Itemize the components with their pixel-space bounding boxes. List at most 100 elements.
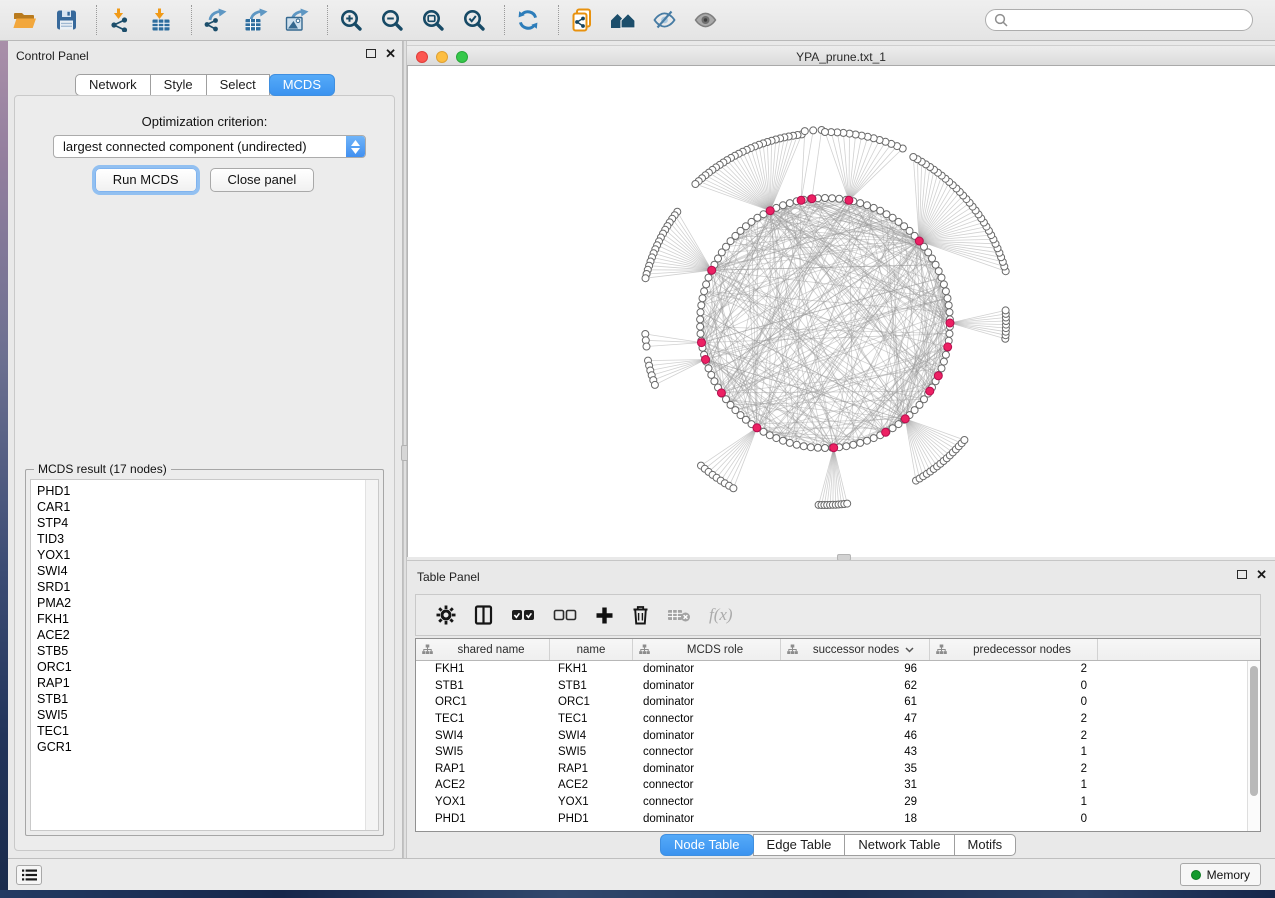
float-panel-icon[interactable] — [366, 49, 376, 58]
cell-mcds_role: connector — [633, 713, 781, 725]
zoom-out-icon[interactable] — [379, 7, 405, 33]
column-header-successor-nodes[interactable]: successor nodes — [781, 639, 930, 660]
toolbar-separator — [191, 5, 192, 35]
column-header-shared-name[interactable]: shared name — [416, 639, 550, 660]
mcds-result-item[interactable]: SWI5 — [37, 707, 365, 723]
run-mcds-button[interactable]: Run MCDS — [95, 168, 197, 192]
fit-content-icon[interactable] — [420, 7, 446, 33]
mcds-result-item[interactable]: STB5 — [37, 643, 365, 659]
table-toolbar: f(x) — [415, 594, 1261, 636]
mcds-list-scrollbar[interactable] — [365, 480, 378, 830]
cell-name: YOX1 — [550, 796, 633, 808]
mcds-result-item[interactable]: RAP1 — [37, 675, 365, 691]
tab-motifs[interactable]: Motifs — [954, 834, 1017, 856]
hide-selected-icon[interactable] — [651, 7, 677, 33]
mcds-result-item[interactable]: PHD1 — [37, 483, 365, 499]
cell-mcds_role: dominator — [633, 680, 781, 692]
tab-network[interactable]: Network — [75, 74, 151, 96]
mcds-result-item[interactable]: SRD1 — [37, 579, 365, 595]
network-window-titlebar[interactable]: YPA_prune.txt_1 — [407, 45, 1275, 66]
cell-mcds_role: dominator — [633, 663, 781, 675]
delete-columns-icon[interactable] — [632, 605, 649, 625]
tab-select[interactable]: Select — [206, 74, 270, 96]
cell-successor_nodes: 18 — [781, 813, 930, 825]
zoom-selected-icon[interactable] — [461, 7, 487, 33]
table-row[interactable]: STB1STB1dominator620 — [416, 678, 1247, 695]
delete-table-icon[interactable] — [667, 607, 691, 623]
task-history-button[interactable] — [16, 865, 42, 885]
table-options-icon[interactable] — [436, 605, 456, 625]
table-tabs: Node TableEdge TableNetwork TableMotifs — [660, 834, 1016, 856]
table-row[interactable]: FKH1FKH1dominator962 — [416, 661, 1247, 678]
column-header-MCDS-role[interactable]: MCDS role — [633, 639, 781, 660]
mcds-result-item[interactable]: FKH1 — [37, 611, 365, 627]
scrollbar-thumb[interactable] — [1250, 666, 1258, 796]
memory-button[interactable]: Memory — [1180, 863, 1261, 886]
zoom-in-icon[interactable] — [338, 7, 364, 33]
mcds-result-item[interactable]: TEC1 — [37, 723, 365, 739]
network-graph[interactable] — [408, 66, 1275, 557]
network-view-canvas[interactable] — [407, 66, 1275, 557]
new-annotation-icon[interactable] — [569, 7, 595, 33]
node-table: shared namenameMCDS rolesuccessor nodesp… — [415, 638, 1261, 832]
float-panel-icon[interactable] — [1237, 570, 1247, 579]
tab-edge-table[interactable]: Edge Table — [753, 834, 846, 856]
mcds-result-item[interactable]: STB1 — [37, 691, 365, 707]
export-image-icon[interactable] — [284, 7, 310, 33]
open-file-icon[interactable] — [12, 7, 38, 33]
show-columns-icon[interactable] — [474, 605, 493, 625]
mcds-result-item[interactable]: STP4 — [37, 515, 365, 531]
optimization-criterion-select[interactable]: largest connected component (undirected) — [53, 135, 366, 158]
column-header-name[interactable]: name — [550, 639, 633, 660]
export-network-icon[interactable] — [202, 7, 228, 33]
mcds-result-item[interactable]: GCR1 — [37, 739, 365, 755]
export-table-icon[interactable] — [243, 7, 269, 33]
tab-node-table[interactable]: Node Table — [660, 834, 754, 856]
table-row[interactable]: SWI5SWI5connector431 — [416, 744, 1247, 761]
cell-name: PHD1 — [550, 813, 633, 825]
column-header-predecessor-nodes[interactable]: predecessor nodes — [930, 639, 1098, 660]
show-all-icon[interactable] — [692, 7, 718, 33]
table-row[interactable]: RAP1RAP1dominator352 — [416, 761, 1247, 778]
table-row[interactable]: ORC1ORC1dominator610 — [416, 694, 1247, 711]
save-session-icon[interactable] — [53, 7, 79, 33]
table-row[interactable]: SWI4SWI4dominator462 — [416, 727, 1247, 744]
apply-function-icon[interactable]: f(x) — [709, 605, 733, 625]
mcds-result-item[interactable]: CAR1 — [37, 499, 365, 515]
table-row[interactable]: TEC1TEC1connector472 — [416, 711, 1247, 728]
table-row[interactable]: PHD1PHD1dominator180 — [416, 810, 1247, 827]
close-panel-button[interactable]: Close panel — [210, 168, 315, 192]
cell-predecessor_nodes: 2 — [930, 663, 1098, 675]
mcds-result-item[interactable]: PMA2 — [37, 595, 365, 611]
toolbar-separator — [504, 5, 505, 35]
add-column-icon[interactable] — [595, 606, 614, 625]
mcds-result-item[interactable]: ORC1 — [37, 659, 365, 675]
mcds-result-item[interactable]: YOX1 — [37, 547, 365, 563]
control-panel-title: Control Panel — [16, 49, 89, 63]
cell-shared_name: YOX1 — [416, 796, 550, 808]
graph-nodes[interactable] — [642, 127, 1010, 509]
first-neighbors-icon[interactable] — [610, 7, 636, 33]
tab-network-table[interactable]: Network Table — [844, 834, 954, 856]
main-toolbar — [0, 0, 1275, 41]
deselect-all-icon[interactable] — [553, 608, 577, 622]
table-row[interactable]: ACE2ACE2connector311 — [416, 777, 1247, 794]
table-row[interactable]: YOX1YOX1connector291 — [416, 794, 1247, 811]
close-panel-icon[interactable]: ✕ — [385, 49, 396, 58]
table-vertical-scrollbar[interactable] — [1247, 661, 1260, 831]
tab-mcds[interactable]: MCDS — [269, 74, 335, 96]
cell-successor_nodes: 31 — [781, 779, 930, 791]
import-network-icon[interactable] — [107, 7, 133, 33]
select-all-icon[interactable] — [511, 608, 535, 622]
search-field[interactable] — [985, 9, 1253, 31]
search-input[interactable] — [1014, 13, 1244, 27]
mcds-result-item[interactable]: ACE2 — [37, 627, 365, 643]
refresh-view-icon[interactable] — [515, 7, 541, 33]
close-panel-icon[interactable]: ✕ — [1256, 570, 1267, 579]
tab-style[interactable]: Style — [150, 74, 207, 96]
criterion-selected-value: largest connected component (undirected) — [54, 139, 346, 154]
import-table-icon[interactable] — [148, 7, 174, 33]
mcds-result-item[interactable]: TID3 — [37, 531, 365, 547]
desktop-wallpaper-bottom — [0, 890, 1275, 898]
mcds-result-item[interactable]: SWI4 — [37, 563, 365, 579]
